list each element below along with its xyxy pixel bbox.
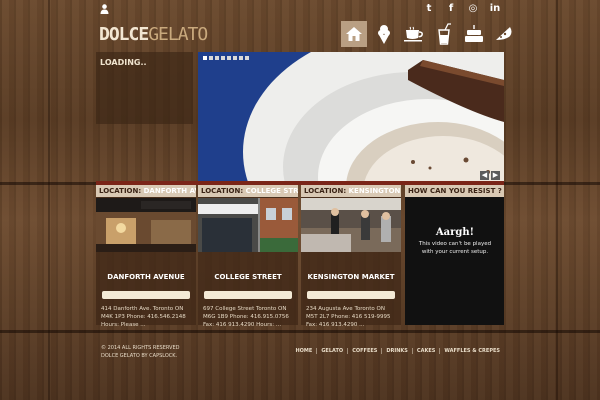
location-photo[interactable]: [198, 198, 298, 252]
location-address: 697 College Street Toronto ON M6G 1B9 Ph…: [203, 306, 289, 328]
location-prefix: LOCATION:: [304, 187, 347, 195]
nav-gelato-button[interactable]: [371, 21, 397, 47]
location-name: COLLEGE STREET: [245, 187, 298, 195]
slider-dot[interactable]: [239, 56, 243, 60]
location-title: DANFORTH AVENUE: [107, 273, 185, 281]
video-error-text: This video can't be played with your cur…: [418, 241, 492, 255]
footer-link-drinks[interactable]: DRINKS: [381, 348, 412, 354]
location-header: LOCATION: KENSINGTON MRKT: [301, 185, 401, 197]
hero-coffee-image: [198, 52, 504, 182]
gelato-icon: [378, 25, 390, 44]
cakes-icon: [465, 25, 483, 42]
location-photo[interactable]: [96, 198, 196, 252]
location-button[interactable]: [307, 291, 395, 299]
nav-crepes-button[interactable]: [491, 21, 517, 47]
nav-drinks-button[interactable]: [431, 21, 457, 47]
location-card-danforth: LOCATION: DANFORTH AVENUE DANFORTH AVENU…: [96, 185, 196, 328]
plank-seam: [48, 0, 50, 400]
footer-link-coffees[interactable]: COFFEES: [347, 348, 381, 354]
slider-dot[interactable]: [233, 56, 237, 60]
location-address: 234 Augusta Ave Toronto ON M5T 2L7 Phone…: [306, 306, 391, 328]
hero-slider[interactable]: ◀ ▶: [198, 52, 504, 182]
location-header: LOCATION: DANFORTH AVENUE: [96, 185, 196, 197]
slider-dot[interactable]: [245, 56, 249, 60]
location-prefix: LOCATION:: [99, 187, 142, 195]
crepes-icon: [496, 27, 512, 40]
twitter-icon[interactable]: t: [422, 3, 436, 15]
top-bar: t f ◎ in: [96, 0, 504, 18]
plank-seam: [0, 330, 600, 333]
location-button[interactable]: [204, 291, 292, 299]
user-icon[interactable]: [100, 4, 109, 14]
slider-arrows: ◀ ▶: [480, 171, 500, 180]
plank-seam: [556, 0, 558, 400]
coffee-icon: [404, 26, 423, 42]
location-header: LOCATION: COLLEGE STREET: [198, 185, 298, 197]
storefront-image: [301, 198, 401, 252]
video-error-message: Aargh! This video can't be played with y…: [413, 227, 497, 256]
logo-bold-text: DOLCE: [99, 24, 149, 45]
footer-link-waffles-crepes[interactable]: WAFFLES & CREPES: [439, 348, 504, 354]
location-name: DANFORTH AVENUE: [143, 187, 196, 195]
slider-dots: [203, 56, 249, 60]
footer-info: © 2014 ALL RIGHTS RESERVED DOLCE GELATO …: [101, 344, 179, 360]
nav-home-button[interactable]: [341, 21, 367, 47]
slider-dot[interactable]: [221, 56, 225, 60]
location-title: KENSINGTON MARKET: [307, 273, 395, 281]
location-photo[interactable]: [301, 198, 401, 252]
location-prefix: LOCATION:: [201, 187, 244, 195]
main-nav: [341, 21, 517, 47]
location-button[interactable]: [102, 291, 190, 299]
loading-panel: LOADING..: [96, 52, 193, 124]
footer-link-gelato[interactable]: GELATO: [316, 348, 347, 354]
footer-link-home[interactable]: HOME: [292, 348, 317, 354]
footer-link-cakes[interactable]: CAKES: [411, 348, 439, 354]
nav-coffee-button[interactable]: [401, 21, 427, 47]
home-icon: [346, 27, 362, 41]
video-error-title: Aargh!: [435, 227, 475, 238]
slider-next-icon[interactable]: ▶: [491, 171, 500, 180]
slider-prev-icon[interactable]: ◀: [480, 171, 489, 180]
slider-dot[interactable]: [209, 56, 213, 60]
slider-dot[interactable]: [215, 56, 219, 60]
location-name: KENSINGTON MRKT: [348, 187, 401, 195]
nav-cakes-button[interactable]: [461, 21, 487, 47]
location-card-kensington: LOCATION: KENSINGTON MRKT KENSINGTON MAR…: [301, 185, 401, 328]
video-header: HOW CAN YOU RESIST ?: [405, 185, 504, 197]
linkedin-icon[interactable]: in: [488, 3, 502, 15]
footer-copyright: © 2014 ALL RIGHTS RESERVED: [101, 345, 180, 351]
location-title: COLLEGE STREET: [214, 273, 282, 281]
logo-light-text: GELATO: [148, 24, 208, 45]
footer-credit[interactable]: DOLCE GELATO BY CAPSLOCK.: [101, 352, 179, 360]
slider-dot[interactable]: [227, 56, 231, 60]
storefront-image: [96, 198, 196, 252]
location-card-college: LOCATION: COLLEGE STREET COLLEGE STREET …: [198, 185, 298, 328]
drinks-icon: [438, 23, 451, 45]
video-panel[interactable]: HOW CAN YOU RESIST ? Aargh! This video c…: [405, 185, 504, 325]
footer-nav: HOME GELATO COFFEES DRINKS CAKES WAFFLES…: [292, 348, 505, 354]
instagram-icon[interactable]: ◎: [466, 3, 480, 15]
slider-dot[interactable]: [203, 56, 207, 60]
storefront-image: [198, 198, 298, 252]
loading-text: LOADING..: [100, 58, 147, 67]
facebook-icon[interactable]: f: [444, 3, 458, 15]
location-address: 414 Danforth Ave. Toronto ON M4K 1P3 Pho…: [101, 306, 186, 328]
social-links: t f ◎ in: [422, 3, 502, 15]
brand-logo[interactable]: DOLCEGELATO: [99, 24, 208, 45]
